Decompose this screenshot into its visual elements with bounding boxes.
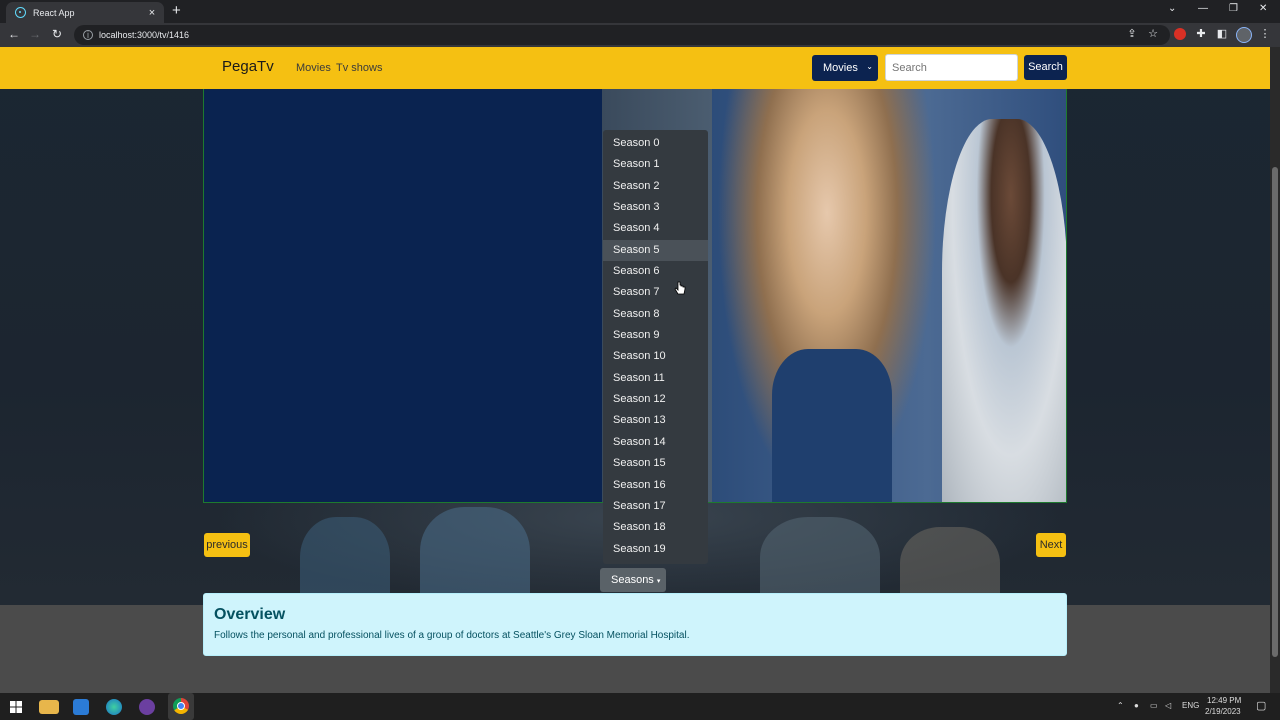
poster-person-right: [942, 119, 1066, 502]
poster-scrubs: [772, 349, 892, 502]
restore-button[interactable]: ❐: [1229, 3, 1238, 14]
windows-start-icon[interactable]: [10, 701, 22, 713]
search-button[interactable]: Search: [1024, 55, 1067, 80]
search-input[interactable]: [885, 54, 1018, 81]
bookmark-star-icon[interactable]: ☆: [1146, 27, 1160, 40]
nav-link-movies[interactable]: Movies: [296, 62, 331, 74]
season-item[interactable]: Season 18: [603, 517, 708, 538]
microphone-icon[interactable]: ●: [1134, 701, 1139, 710]
extension-badge-icon[interactable]: [1174, 28, 1186, 40]
tab-search-icon[interactable]: ⌄: [1168, 3, 1176, 14]
tray-chevron-icon[interactable]: ⌃: [1117, 701, 1124, 710]
side-panel-icon[interactable]: ◧: [1215, 27, 1229, 40]
vscode-icon[interactable]: [73, 699, 89, 715]
site-info-icon[interactable]: i: [83, 30, 93, 40]
app-icon[interactable]: [139, 699, 155, 715]
extensions-icon[interactable]: ✚: [1194, 27, 1208, 40]
forward-icon[interactable]: →: [27, 27, 43, 41]
clock-date[interactable]: 2/19/2023: [1205, 707, 1241, 716]
season-item[interactable]: Season 19: [603, 539, 708, 560]
category-select[interactable]: Movies ⌄: [812, 55, 878, 81]
browser-tab-strip: React App × + ⌄ — ❐ ✕: [0, 0, 1280, 23]
windows-taskbar: ⌃ ● ▭ ◁ ENG 12:49 PM 2/19/2023 ▢: [0, 693, 1280, 720]
season-item[interactable]: Season 17: [603, 496, 708, 517]
season-item[interactable]: Season 14: [603, 432, 708, 453]
caret-down-icon: ▾: [656, 578, 661, 585]
season-item[interactable]: Season 9: [603, 325, 708, 346]
player-blank-area: [204, 89, 602, 502]
season-item-hovered[interactable]: Season 5: [603, 239, 708, 262]
address-url: localhost:3000/tv/1416: [99, 30, 190, 40]
season-item[interactable]: Season 10: [603, 346, 708, 367]
back-icon[interactable]: ←: [6, 27, 22, 41]
browser-tab[interactable]: React App ×: [6, 2, 164, 23]
season-item[interactable]: Season 11: [603, 368, 708, 389]
site-navbar: PegaTv Movies Tv shows Movies ⌄ Search: [0, 47, 1270, 89]
seasons-dropdown-menu: Season 0 Season 1 Season 2 Season 3 Seas…: [603, 130, 708, 564]
season-item[interactable]: Season 0: [603, 133, 708, 154]
season-item[interactable]: Season 6: [603, 261, 708, 282]
network-icon[interactable]: ▭: [1150, 701, 1158, 710]
season-item[interactable]: Season 13: [603, 410, 708, 431]
category-select-value: Movies: [823, 62, 858, 74]
overview-title: Overview: [214, 606, 286, 623]
season-item[interactable]: Season 15: [603, 453, 708, 474]
notifications-icon[interactable]: ▢: [1256, 699, 1266, 712]
address-bar[interactable]: i localhost:3000/tv/1416: [74, 25, 1170, 45]
nav-link-tv-shows[interactable]: Tv shows: [336, 62, 382, 74]
season-item[interactable]: Season 2: [603, 176, 708, 197]
chevron-down-icon: ⌄: [866, 62, 873, 71]
season-item[interactable]: Season 1: [603, 154, 708, 175]
page-viewport: PegaTv Movies Tv shows Movies ⌄ Search p…: [0, 47, 1270, 693]
hand-cursor-icon: [674, 281, 686, 295]
tab-title: React App: [33, 7, 75, 18]
chrome-menu-icon[interactable]: ⋮: [1258, 27, 1272, 40]
seasons-toggle-label: Seasons: [611, 574, 654, 586]
react-favicon-icon: [15, 7, 26, 18]
minimize-button[interactable]: —: [1198, 3, 1208, 14]
tab-close-icon[interactable]: ×: [146, 7, 158, 19]
season-item[interactable]: Season 3: [603, 197, 708, 218]
clock-time[interactable]: 12:49 PM: [1207, 696, 1241, 705]
brand-logo[interactable]: PegaTv: [222, 58, 274, 75]
file-explorer-icon[interactable]: [39, 700, 59, 714]
close-window-button[interactable]: ✕: [1259, 3, 1267, 14]
season-item[interactable]: Season 4: [603, 218, 708, 239]
seasons-dropdown-toggle[interactable]: Seasons ▾: [600, 568, 666, 592]
edge-icon[interactable]: [106, 699, 122, 715]
chrome-taskbar-button[interactable]: [168, 693, 194, 720]
browser-toolbar: ← → ↻ i localhost:3000/tv/1416 ⇪ ☆ ✚ ◧ ⋮: [0, 23, 1280, 47]
new-tab-button[interactable]: +: [172, 3, 181, 19]
overview-panel: Overview Follows the personal and profes…: [203, 593, 1067, 656]
page-scrollbar[interactable]: [1270, 47, 1280, 693]
profile-avatar[interactable]: [1236, 27, 1252, 43]
scrollbar-thumb[interactable]: [1272, 167, 1278, 657]
season-item[interactable]: Season 12: [603, 389, 708, 410]
share-icon[interactable]: ⇪: [1125, 27, 1139, 40]
season-item[interactable]: Season 8: [603, 304, 708, 325]
reload-icon[interactable]: ↻: [49, 27, 65, 41]
season-item[interactable]: Season 7: [603, 282, 708, 303]
volume-icon[interactable]: ◁: [1165, 701, 1171, 710]
next-button[interactable]: Next: [1036, 533, 1066, 557]
chrome-icon-center: [177, 702, 185, 710]
previous-button[interactable]: previous: [204, 533, 250, 557]
overview-text: Follows the personal and professional li…: [214, 630, 690, 641]
season-item[interactable]: Season 16: [603, 475, 708, 496]
language-indicator[interactable]: ENG: [1182, 701, 1199, 710]
